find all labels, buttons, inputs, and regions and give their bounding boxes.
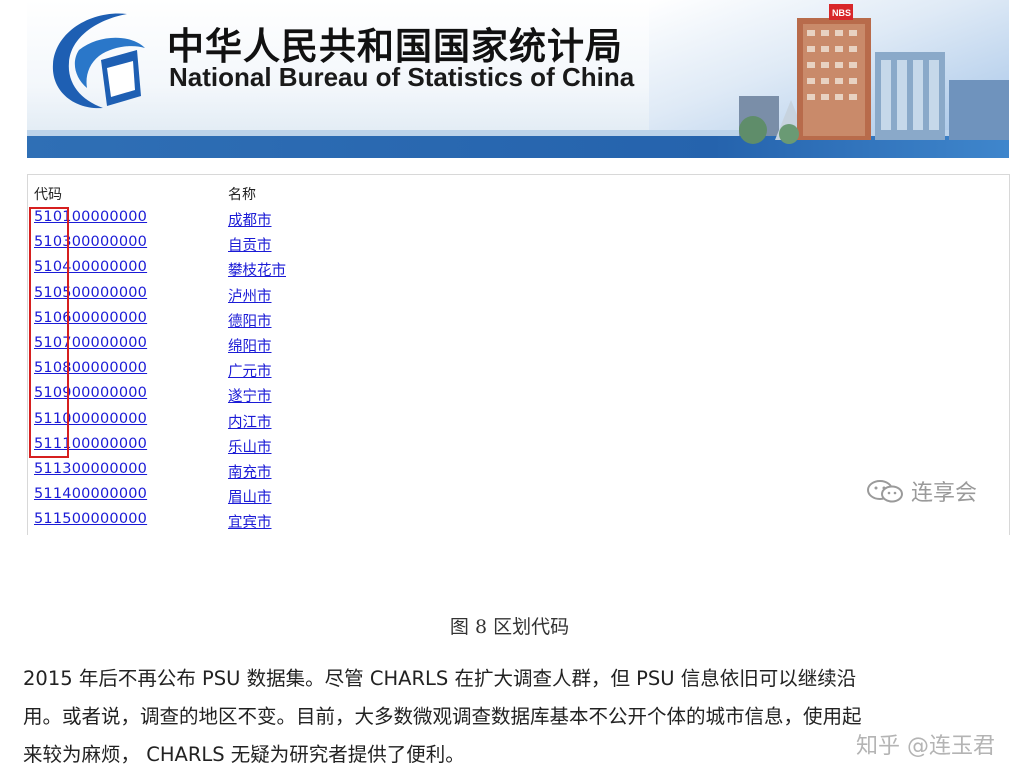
zhihu-watermark: 知乎 @连玉君 [856, 734, 995, 759]
paragraph-line: 来较为麻烦， CHARLS 无疑为研究者提供了便利。 [23, 743, 465, 766]
column-header-name: 名称 [228, 187, 256, 203]
division-name-link[interactable]: 泸州市 [228, 285, 272, 306]
division-code-table: 代码 名称 510100000000 成都市 510300000000 自贡市 5104… [27, 174, 1010, 535]
body-paragraph: 2015 年后不再公布 PSU 数据集。尽管 CHARLS 在扩大调查人群，但 … [23, 660, 998, 774]
division-name-link[interactable]: 遂宁市 [228, 385, 272, 406]
highlight-box [29, 207, 69, 458]
bureau-title-english: National Bureau of Statistics of China [169, 62, 635, 92]
table-row: 511000000000 内江市 [28, 411, 1009, 436]
wechat-icon [866, 480, 903, 503]
table-row: 510300000000 自贡市 [28, 234, 1009, 259]
table-row: 511400000000 眉山市 [28, 486, 1009, 511]
buildings-illustration: NBS [739, 4, 1009, 144]
table-row: 510700000000 绵阳市 [28, 335, 1009, 360]
table-row: 510600000000 德阳市 [28, 310, 1009, 335]
wechat-watermark: 连享会 [865, 475, 977, 507]
division-name-link[interactable]: 成都市 [228, 209, 272, 230]
division-name-link[interactable]: 内江市 [228, 411, 272, 432]
division-code-link[interactable]: 511300000000 [34, 461, 147, 477]
paragraph-line: 用。或者说，调查的地区不变。目前，大多数微观调查数据库基本不公开个体的城市信息，… [23, 705, 862, 728]
nbs-logo-icon [52, 13, 145, 109]
division-code-link[interactable]: 511500000000 [34, 511, 147, 527]
division-name-link[interactable]: 南充市 [228, 461, 272, 482]
figure-caption: 图 8 区划代码 [449, 616, 570, 638]
table-row: 510100000000 成都市 [28, 209, 1009, 234]
table-row: 510900000000 遂宁市 [28, 385, 1009, 410]
division-name-link[interactable]: 眉山市 [228, 486, 272, 507]
division-name-link[interactable]: 攀枝花市 [228, 259, 286, 280]
division-name-link[interactable]: 德阳市 [228, 310, 272, 331]
table-row: 510800000000 广元市 [28, 360, 1009, 385]
division-name-link[interactable]: 绵阳市 [228, 335, 272, 356]
paragraph-line: 2015 年后不再公布 PSU 数据集。尽管 CHARLS 在扩大调查人群，但 … [23, 667, 857, 690]
wechat-watermark-text: 连享会 [910, 481, 977, 506]
division-name-link[interactable]: 广元市 [228, 360, 272, 381]
table-row: 511300000000 南充市 [28, 461, 1009, 486]
division-name-link[interactable]: 自贡市 [228, 234, 272, 255]
division-name-link[interactable]: 乐山市 [228, 436, 272, 457]
table-row: 511500000000 宜宾市 [28, 511, 1009, 535]
table-row: 510400000000 攀枝花市 [28, 259, 1009, 284]
division-name-link[interactable]: 宜宾市 [228, 511, 272, 532]
building-sign: NBS [832, 8, 851, 18]
table-row: 510500000000 泸州市 [28, 285, 1009, 310]
table-row: 511100000000 乐山市 [28, 436, 1009, 461]
column-header-code: 代码 [34, 187, 62, 203]
division-code-link[interactable]: 511400000000 [34, 486, 147, 502]
nbs-header-banner: 中华人民共和国国家统计局 National Bureau of Statisti… [27, 0, 1009, 158]
